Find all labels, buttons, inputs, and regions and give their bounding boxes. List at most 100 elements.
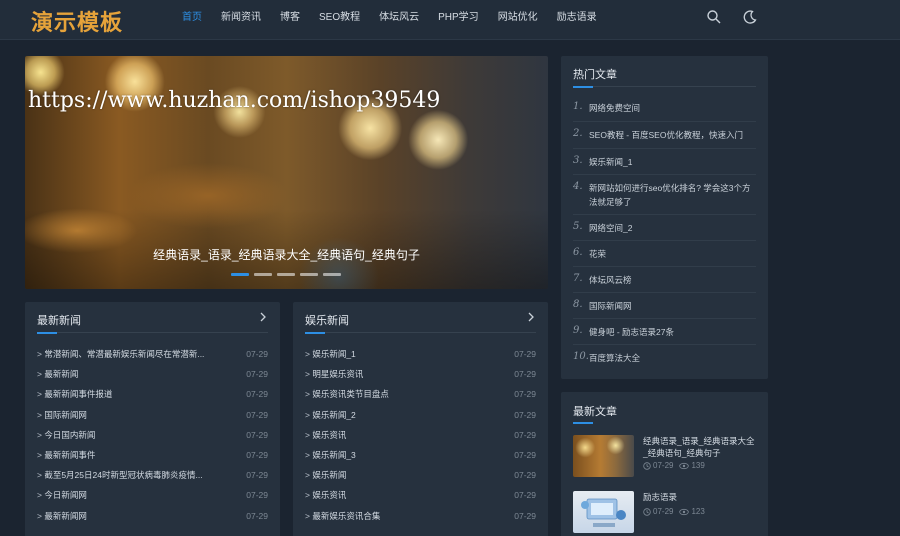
list-item[interactable]: 明星娱乐资讯 07-29 bbox=[305, 364, 536, 384]
list-item[interactable]: 最新新闻 07-29 bbox=[37, 364, 268, 384]
chevron-right-icon[interactable] bbox=[258, 311, 268, 326]
panel-title: 最新文章 bbox=[573, 406, 617, 418]
list-item[interactable]: 10. 百度算法大全 bbox=[573, 345, 756, 371]
list-item[interactable]: 7. 体坛风云榜 bbox=[573, 267, 756, 293]
list-item[interactable]: 娱乐新闻_2 07-29 bbox=[305, 405, 536, 425]
nav-sports[interactable]: 体坛风云 bbox=[379, 0, 419, 36]
item-title[interactable]: 百度算法大全 bbox=[589, 351, 640, 365]
list-item[interactable]: 5. 网络空间_2 bbox=[573, 215, 756, 241]
list-item[interactable]: 8. 国际新闻网 bbox=[573, 293, 756, 319]
item-title[interactable]: 娱乐资讯类节目盘点 bbox=[305, 388, 389, 400]
nav-blog[interactable]: 博客 bbox=[280, 0, 300, 36]
list-item[interactable]: 1. 网络免费空间 bbox=[573, 96, 756, 122]
article-title[interactable]: 经典语录_语录_经典语录大全_经典语句_经典句子 bbox=[643, 435, 757, 459]
item-title[interactable]: 今日国内新闻 bbox=[37, 429, 95, 441]
item-title[interactable]: 娱乐资讯 bbox=[305, 489, 346, 501]
ent-news-panel: 娱乐新闻 娱乐新闻_1 07-29 明星娱乐资讯 07-29 娱乐资讯类节目盘点 07… bbox=[293, 302, 548, 536]
list-item[interactable]: 今日国内新闻 07-29 bbox=[37, 425, 268, 445]
item-title[interactable]: 体坛风云榜 bbox=[589, 273, 632, 287]
item-date: 07-29 bbox=[514, 369, 536, 380]
list-item[interactable]: 今日新闻网 07-29 bbox=[37, 485, 268, 505]
item-title[interactable]: 截至5月25日24时新型冠状病毒肺炎疫情... bbox=[37, 469, 202, 481]
item-title[interactable]: 最新娱乐资讯合集 bbox=[305, 510, 380, 522]
item-title[interactable]: 健身吧 - 励志语录27条 bbox=[589, 325, 674, 339]
list-item[interactable]: 娱乐资讯 07-29 bbox=[305, 425, 536, 445]
slider-dot-4[interactable] bbox=[300, 273, 318, 276]
clock-icon bbox=[643, 507, 651, 516]
list-item[interactable]: 3. 娱乐新闻_1 bbox=[573, 149, 756, 175]
item-title[interactable]: 国际新闻网 bbox=[589, 299, 632, 313]
nav-seo[interactable]: SEO教程 bbox=[319, 0, 360, 36]
list-item[interactable]: 最新新闻事件 07-29 bbox=[37, 445, 268, 465]
item-number: 6. bbox=[573, 247, 583, 258]
list-item[interactable]: 最新娱乐资讯合集 07-29 bbox=[305, 506, 536, 526]
list-item[interactable]: 9. 健身吧 - 励志语录27条 bbox=[573, 319, 756, 345]
item-title[interactable]: 娱乐新闻_1 bbox=[305, 348, 355, 360]
hero-slider[interactable]: https://www.huzhan.com/ishop39549 经典语录_语… bbox=[25, 56, 548, 289]
item-number: 7. bbox=[573, 273, 583, 284]
article-info: 经典语录_语录_经典语录大全_经典语句_经典句子 07-29 139 bbox=[643, 435, 757, 477]
list-item[interactable]: 最新新闻网 07-29 bbox=[37, 506, 268, 526]
item-title[interactable]: 网络免费空间 bbox=[589, 101, 640, 115]
list-item[interactable]: 娱乐新闻_1 07-29 bbox=[305, 344, 536, 364]
item-title[interactable]: 娱乐新闻_2 bbox=[305, 409, 355, 421]
item-title[interactable]: 新网站如何进行seo优化排名? 学会这3个方法就足够了 bbox=[589, 181, 756, 209]
chevron-right-icon[interactable] bbox=[526, 311, 536, 326]
latest-news-panel: 最新新闻 常潜新闻、常潜最新娱乐新闻尽在常潜新... 07-29 最新新闻 07-2… bbox=[25, 302, 280, 536]
list-item[interactable]: 娱乐资讯类节目盘点 07-29 bbox=[305, 384, 536, 404]
item-title[interactable]: 最新新闻事件 bbox=[37, 449, 95, 461]
list-item[interactable]: 娱乐资讯 07-29 bbox=[305, 485, 536, 505]
slide-caption[interactable]: 经典语录_语录_经典语录大全_经典语句_经典句子 bbox=[25, 246, 548, 263]
item-date: 07-29 bbox=[246, 450, 268, 461]
list-item[interactable]: 国际新闻网 07-29 bbox=[37, 405, 268, 425]
list-item[interactable]: 娱乐新闻 07-29 bbox=[305, 465, 536, 485]
nav-home[interactable]: 首页 bbox=[182, 0, 202, 36]
list-item[interactable]: 4. 新网站如何进行seo优化排名? 学会这3个方法就足够了 bbox=[573, 175, 756, 215]
item-title[interactable]: 国际新闻网 bbox=[37, 409, 87, 421]
article-thumbnail[interactable] bbox=[573, 491, 634, 533]
slider-dot-2[interactable] bbox=[254, 273, 272, 276]
item-date: 07-29 bbox=[246, 389, 268, 400]
item-title[interactable]: 最新新闻 bbox=[37, 368, 78, 380]
item-title[interactable]: 最新新闻事件报道 bbox=[37, 388, 112, 400]
nav-php[interactable]: PHP学习 bbox=[438, 0, 479, 36]
list-item[interactable]: 娱乐新闻_3 07-29 bbox=[305, 445, 536, 465]
nav-optimize[interactable]: 网站优化 bbox=[498, 0, 538, 36]
article-thumbnail[interactable] bbox=[573, 435, 634, 477]
item-title[interactable]: 娱乐新闻_1 bbox=[589, 155, 632, 169]
slider-dot-1[interactable] bbox=[231, 273, 249, 276]
nav-news[interactable]: 新闻资讯 bbox=[221, 0, 261, 36]
nav-quotes[interactable]: 励志语录 bbox=[557, 0, 597, 36]
panel-divider bbox=[573, 85, 756, 88]
item-title[interactable]: 今日新闻网 bbox=[37, 489, 87, 501]
moon-icon[interactable] bbox=[742, 9, 758, 25]
item-title[interactable]: 常潜新闻、常潜最新娱乐新闻尽在常潜新... bbox=[37, 348, 204, 360]
slider-dot-5[interactable] bbox=[323, 273, 341, 276]
item-date: 07-29 bbox=[514, 450, 536, 461]
article-item[interactable]: 励志语录 07-29 123 bbox=[573, 491, 756, 533]
item-date: 07-29 bbox=[246, 349, 268, 360]
list-item[interactable]: 最新新闻事件报道 07-29 bbox=[37, 384, 268, 404]
item-title[interactable]: 娱乐新闻_3 bbox=[305, 449, 355, 461]
article-item[interactable]: 经典语录_语录_经典语录大全_经典语句_经典句子 07-29 139 bbox=[573, 435, 756, 477]
article-title[interactable]: 励志语录 bbox=[643, 491, 757, 503]
slider-dot-3[interactable] bbox=[277, 273, 295, 276]
item-title[interactable]: 网络空间_2 bbox=[589, 221, 632, 235]
item-title[interactable]: 娱乐新闻 bbox=[305, 469, 346, 481]
item-title[interactable]: 最新新闻网 bbox=[37, 510, 87, 522]
item-title[interactable]: 明星娱乐资讯 bbox=[305, 368, 363, 380]
thumbnail-graphic bbox=[581, 498, 626, 527]
list-item[interactable]: 常潜新闻、常潜最新娱乐新闻尽在常潜新... 07-29 bbox=[37, 344, 268, 364]
item-title[interactable]: 花荣 bbox=[589, 247, 606, 261]
list-item[interactable]: 截至5月25日24时新型冠状病毒肺炎疫情... 07-29 bbox=[37, 465, 268, 485]
site-logo[interactable]: 演示模板 bbox=[31, 5, 123, 37]
list-item[interactable]: 2. SEO教程 - 百度SEO优化教程，快速入门 bbox=[573, 122, 756, 149]
list-item[interactable]: 6. 花荣 bbox=[573, 241, 756, 267]
item-date: 07-29 bbox=[514, 490, 536, 501]
item-title[interactable]: 娱乐资讯 bbox=[305, 429, 346, 441]
panel-title: 最新新闻 bbox=[37, 315, 81, 327]
item-number: 4. bbox=[573, 181, 583, 192]
item-title[interactable]: SEO教程 - 百度SEO优化教程，快速入门 bbox=[589, 128, 743, 142]
article-date: 07-29 bbox=[643, 507, 673, 516]
search-icon[interactable] bbox=[706, 9, 722, 25]
